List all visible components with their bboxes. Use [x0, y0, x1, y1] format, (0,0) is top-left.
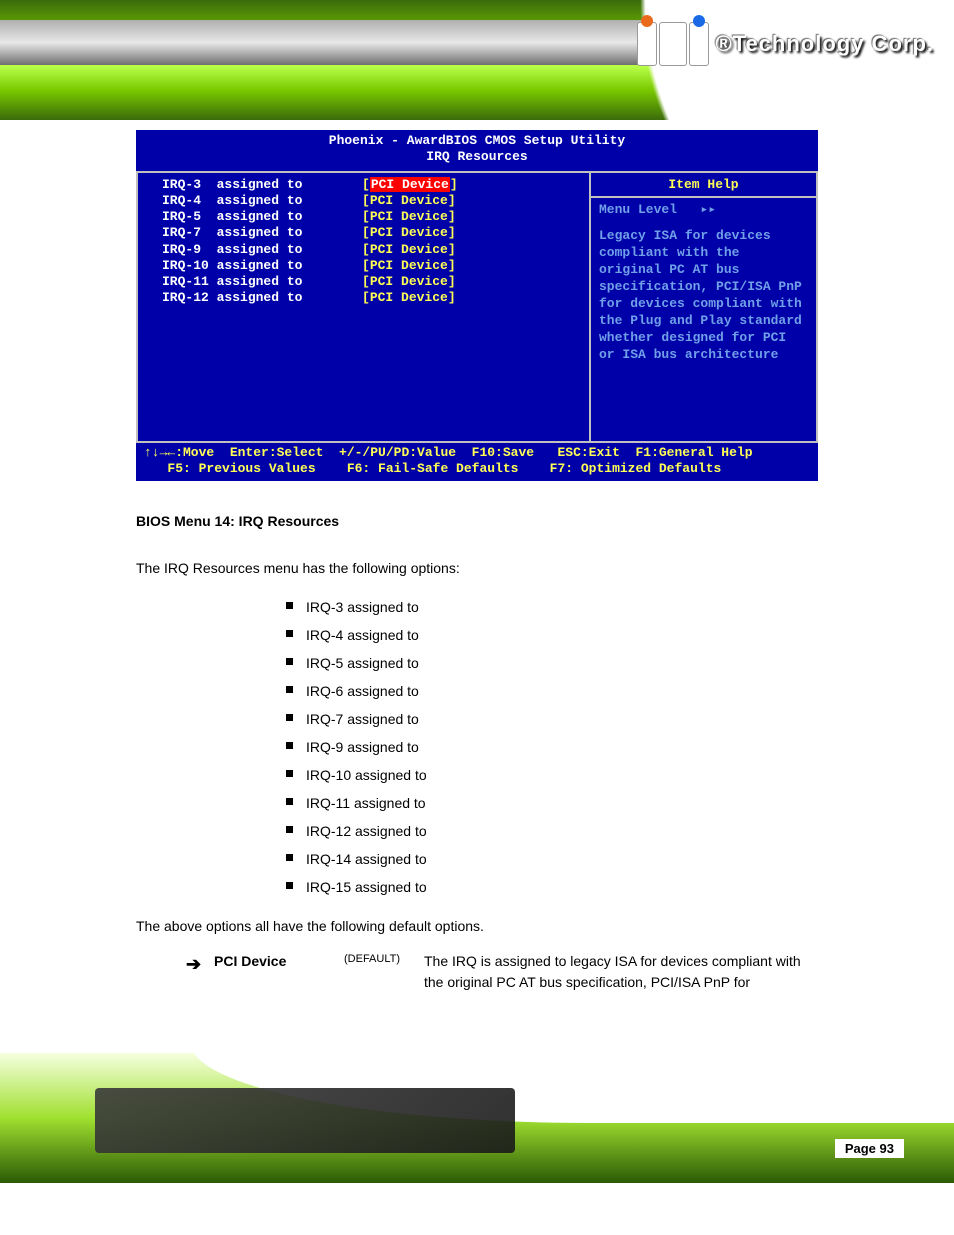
arrow-right-icon: ➔: [186, 951, 200, 993]
bios-title-line1: Phoenix - AwardBIOS CMOS Setup Utility: [136, 133, 818, 149]
list-item: IRQ-9 assigned to: [286, 737, 818, 758]
irq-label: IRQ-3 assigned to: [162, 177, 362, 193]
irq-value[interactable]: [PCI Device]: [362, 290, 456, 306]
brand-logo: ®Technology Corp.: [637, 22, 934, 66]
list-item: IRQ-11 assigned to: [286, 793, 818, 814]
bios-help-panel: Item Help Menu Level ▸▸ Legacy ISA for d…: [591, 173, 818, 443]
irq-row[interactable]: IRQ-7 assigned to[PCI Device]: [162, 225, 581, 241]
header-decor: ®Technology Corp.: [0, 0, 954, 120]
option-default-flag: (DEFAULT): [344, 951, 424, 993]
irq-row[interactable]: IRQ-9 assigned to[PCI Device]: [162, 242, 581, 258]
irq-label: IRQ-9 assigned to: [162, 242, 362, 258]
irq-label: IRQ-4 assigned to: [162, 193, 362, 209]
item-help-body: Menu Level ▸▸ Legacy ISA for devices com…: [591, 198, 816, 368]
irq-value[interactable]: [PCI Device]: [362, 193, 456, 209]
irq-row[interactable]: IRQ-5 assigned to[PCI Device]: [162, 209, 581, 225]
irq-value[interactable]: [PCI Device]: [362, 258, 456, 274]
bios-footer-line1: ↑↓→←:Move Enter:Select +/-/PU/PD:Value F…: [144, 445, 753, 460]
irq-row[interactable]: IRQ-3 assigned to[PCI Device]: [162, 177, 581, 193]
irq-value[interactable]: [PCI Device]: [362, 177, 458, 193]
list-item: IRQ-6 assigned to: [286, 681, 818, 702]
bios-footer: ↑↓→←:Move Enter:Select +/-/PU/PD:Value F…: [136, 443, 818, 482]
bios-irq-list: IRQ-3 assigned to[PCI Device]IRQ-4 assig…: [136, 173, 591, 443]
irq-value[interactable]: [PCI Device]: [362, 225, 456, 241]
list-item: IRQ-14 assigned to: [286, 849, 818, 870]
bios-footer-line2: F5: Previous Values F6: Fail-Safe Defaul…: [144, 461, 721, 476]
irq-bullet-list: IRQ-3 assigned to IRQ-4 assigned to IRQ-5 …: [246, 597, 818, 898]
menu-level-label: Menu Level: [599, 202, 677, 217]
list-item: IRQ-12 assigned to: [286, 821, 818, 842]
bios-title: Phoenix - AwardBIOS CMOS Setup Utility I…: [136, 130, 818, 171]
irq-label: IRQ-12 assigned to: [162, 290, 362, 306]
footer-curve: [191, 1053, 954, 1123]
irq-row[interactable]: IRQ-11 assigned to[PCI Device]: [162, 274, 581, 290]
irq-label: IRQ-5 assigned to: [162, 209, 362, 225]
list-item: IRQ-7 assigned to: [286, 709, 818, 730]
irq-value[interactable]: [PCI Device]: [362, 209, 456, 225]
footer-decor: Page 93: [0, 1053, 954, 1183]
menu-level-arrows-icon: ▸▸: [700, 202, 716, 217]
figure-caption: BIOS Menu 14: IRQ Resources: [136, 511, 818, 532]
bios-title-line2: IRQ Resources: [136, 149, 818, 165]
option-label: PCI Device: [214, 951, 344, 993]
list-item: IRQ-5 assigned to: [286, 653, 818, 674]
irq-value[interactable]: [PCI Device]: [362, 242, 456, 258]
page-number: Page 93: [835, 1139, 904, 1158]
irq-row[interactable]: IRQ-12 assigned to[PCI Device]: [162, 290, 581, 306]
document-body: BIOS Menu 14: IRQ Resources The IRQ Reso…: [136, 511, 818, 993]
irq-value[interactable]: [PCI Device]: [362, 274, 456, 290]
irq-label: IRQ-10 assigned to: [162, 258, 362, 274]
list-item: IRQ-4 assigned to: [286, 625, 818, 646]
option-description: The IRQ is assigned to legacy ISA for de…: [424, 951, 818, 993]
item-help-description: Legacy ISA for devices compliant with th…: [599, 228, 808, 363]
irq-row[interactable]: IRQ-4 assigned to[PCI Device]: [162, 193, 581, 209]
bios-screenshot: Phoenix - AwardBIOS CMOS Setup Utility I…: [136, 130, 818, 481]
irq-label: IRQ-11 assigned to: [162, 274, 362, 290]
list-item: IRQ-10 assigned to: [286, 765, 818, 786]
brand-text: ®Technology Corp.: [715, 31, 934, 57]
item-help-title: Item Help: [591, 173, 816, 198]
list-item: IRQ-15 assigned to: [286, 877, 818, 898]
iei-logo-icon: [637, 22, 709, 66]
list-item: IRQ-3 assigned to: [286, 597, 818, 618]
irq-row[interactable]: IRQ-10 assigned to[PCI Device]: [162, 258, 581, 274]
option-block: ➔ PCI Device (DEFAULT) The IRQ is assign…: [186, 951, 818, 993]
intro-text: The IRQ Resources menu has the following…: [136, 558, 818, 579]
options-intro: The above options all have the following…: [136, 916, 818, 937]
irq-label: IRQ-7 assigned to: [162, 225, 362, 241]
